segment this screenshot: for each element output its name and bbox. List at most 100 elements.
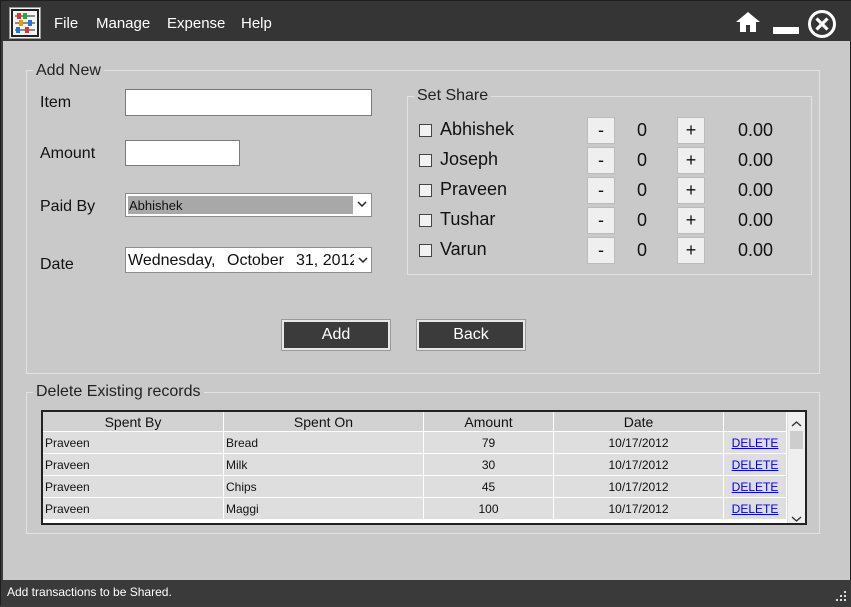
delete-link[interactable]: DELETE (724, 432, 787, 454)
share-count: 0 (636, 120, 647, 140)
increment-button[interactable]: + (677, 117, 705, 144)
title-bar: File Manage Expense Help (1, 1, 851, 41)
back-button[interactable]: Back (416, 319, 526, 351)
share-checkbox[interactable] (419, 214, 432, 227)
share-row: Abhishek - 0 + 0.00 (408, 115, 808, 145)
cell-date: 10/17/2012 (554, 476, 724, 498)
share-count: 0 (636, 180, 647, 200)
cell-spent-by: Praveen (43, 476, 224, 498)
cell-amount: 30 (424, 454, 554, 476)
table-row: Praveen Maggi 100 10/17/2012 DELETE (43, 498, 787, 520)
app-window: File Manage Expense Help Add New Item Am… (0, 0, 851, 606)
column-header-action (724, 412, 787, 432)
share-name: Praveen (440, 179, 508, 199)
set-share-title: Set Share (414, 87, 492, 105)
share-row: Joseph - 0 + 0.00 (408, 145, 808, 175)
abacus-icon (9, 7, 41, 39)
cell-amount: 100 (424, 498, 554, 520)
cell-spent-on: Chips (224, 476, 424, 498)
table-row: Praveen Milk 30 10/17/2012 DELETE (43, 454, 787, 476)
share-amount: 0.00 (737, 240, 773, 260)
home-icon[interactable] (735, 11, 761, 38)
decrement-button[interactable]: - (587, 237, 615, 264)
column-header-amount[interactable]: Amount (424, 412, 554, 432)
amount-label: Amount (40, 145, 96, 162)
resize-grip-icon[interactable] (835, 589, 847, 607)
delete-link[interactable]: DELETE (724, 454, 787, 476)
cell-date: 10/17/2012 (554, 454, 724, 476)
cell-spent-on: Bread (224, 432, 424, 454)
increment-button[interactable]: + (677, 237, 705, 264)
share-amount: 0.00 (737, 120, 773, 140)
share-name: Varun (440, 239, 487, 259)
date-day-year: 31, 2012 (296, 252, 359, 269)
increment-button[interactable]: + (677, 207, 705, 234)
close-icon[interactable] (807, 9, 837, 44)
delete-link[interactable]: DELETE (724, 476, 787, 498)
cell-spent-on: Milk (224, 454, 424, 476)
minimize-icon[interactable] (773, 27, 799, 34)
item-input[interactable] (125, 89, 372, 116)
share-checkbox[interactable] (419, 154, 432, 167)
share-checkbox[interactable] (419, 184, 432, 197)
cell-amount: 45 (424, 476, 554, 498)
add-new-title: Add New (33, 62, 104, 80)
share-amount: 0.00 (737, 210, 773, 230)
status-text: Add transactions to be Shared. (7, 585, 172, 599)
share-count: 0 (636, 210, 647, 230)
menu-help[interactable]: Help (241, 15, 272, 32)
paid-by-select[interactable]: Abhishek (125, 193, 372, 217)
scrollbar-thumb[interactable] (790, 431, 803, 449)
column-header-date[interactable]: Date (554, 412, 724, 432)
decrement-button[interactable]: - (587, 147, 615, 174)
share-amount: 0.00 (737, 180, 773, 200)
share-row: Tushar - 0 + 0.00 (408, 205, 808, 235)
delete-link[interactable]: DELETE (724, 498, 787, 520)
cell-date: 10/17/2012 (554, 432, 724, 454)
share-row: Praveen - 0 + 0.00 (408, 175, 808, 205)
cell-spent-by: Praveen (43, 454, 224, 476)
decrement-button[interactable]: - (587, 117, 615, 144)
increment-button[interactable]: + (677, 147, 705, 174)
paid-by-selected-value: Abhishek (128, 196, 353, 214)
column-header-spent-on[interactable]: Spent On (224, 412, 424, 432)
share-amount: 0.00 (737, 150, 773, 170)
delete-existing-title: Delete Existing records (33, 383, 204, 401)
chevron-down-icon[interactable] (791, 510, 802, 523)
set-share-group: Abhishek - 0 + 0.00 Joseph - 0 + 0.00 Pr… (407, 96, 812, 275)
cell-spent-on: Maggi (224, 498, 424, 520)
menu-file[interactable]: File (54, 15, 78, 32)
add-button[interactable]: Add (281, 319, 391, 351)
cell-date: 10/17/2012 (554, 498, 724, 520)
records-grid: Spent By Spent On Amount Date Praveen Br… (41, 410, 807, 525)
table-row: Praveen Chips 45 10/17/2012 DELETE (43, 476, 787, 498)
date-picker-dropdown[interactable] (354, 248, 371, 272)
share-name: Abhishek (440, 119, 515, 139)
share-name: Tushar (440, 209, 496, 229)
column-header-spent-by[interactable]: Spent By (43, 412, 224, 432)
records-grid-body: Spent By Spent On Amount Date Praveen Br… (43, 412, 787, 523)
grid-scrollbar[interactable] (787, 412, 805, 523)
table-row: Praveen Bread 79 10/17/2012 DELETE (43, 432, 787, 454)
item-label: Item (40, 94, 72, 111)
menu-expense[interactable]: Expense (167, 15, 225, 32)
menu-manage[interactable]: Manage (96, 15, 150, 32)
cell-amount: 79 (424, 432, 554, 454)
chevron-down-icon (357, 198, 367, 212)
decrement-button[interactable]: - (587, 207, 615, 234)
date-label: Date (40, 256, 74, 273)
amount-input[interactable] (125, 140, 240, 166)
share-name: Joseph (440, 149, 499, 169)
date-month: October (227, 252, 284, 269)
status-bar: Add transactions to be Shared. (1, 580, 851, 606)
increment-button[interactable]: + (677, 177, 705, 204)
share-count: 0 (636, 240, 647, 260)
cell-spent-by: Praveen (43, 498, 224, 520)
client-area: Add New Item Amount Paid By Abhishek Dat… (3, 41, 850, 580)
decrement-button[interactable]: - (587, 177, 615, 204)
share-row: Varun - 0 + 0.00 (408, 235, 808, 265)
share-checkbox[interactable] (419, 124, 432, 137)
paid-by-label: Paid By (40, 198, 96, 215)
date-picker[interactable]: Wednesday, October 31, 2012 (125, 247, 372, 273)
share-checkbox[interactable] (419, 244, 432, 257)
